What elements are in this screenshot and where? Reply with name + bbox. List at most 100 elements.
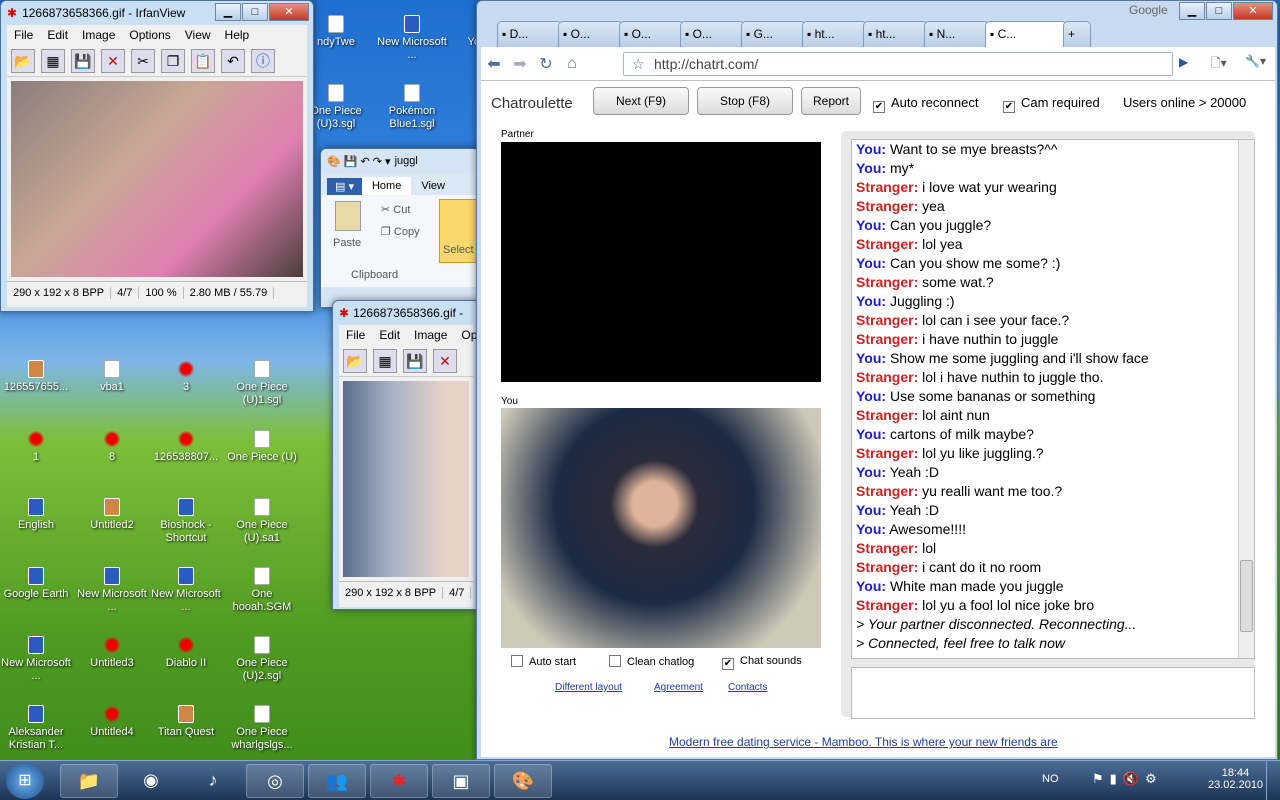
menu-item[interactable]: Edit — [40, 28, 75, 42]
auto-start-checkbox[interactable]: Auto start — [511, 655, 576, 668]
language-indicator[interactable]: NO — [1042, 773, 1059, 785]
select-button[interactable]: Select — [439, 199, 479, 263]
paint-taskbar-icon[interactable]: 🎨 — [494, 764, 552, 798]
minimize-button[interactable]: ▁ — [1179, 2, 1205, 20]
browser-tab[interactable]: ▪ O... — [680, 21, 745, 47]
home-icon[interactable]: ⌂ — [559, 55, 585, 73]
go-icon[interactable]: ▶ — [1179, 55, 1188, 69]
desktop-icon[interactable]: 126557655... — [0, 360, 72, 394]
desktop-icon[interactable]: One Piece wharlgslgs... — [226, 705, 298, 752]
clock[interactable]: 18:44 23.02.2010 — [1208, 767, 1263, 791]
tray-icons[interactable]: ⚑▮🔇⚙ — [1092, 771, 1163, 787]
menu-item[interactable]: Image — [407, 328, 454, 342]
delete-icon[interactable]: ✕ — [101, 48, 125, 73]
desktop-icon[interactable]: 8 — [76, 430, 148, 464]
desktop-icon[interactable]: One hooah.SGM — [226, 567, 298, 614]
chat-scrollbar[interactable] — [1238, 140, 1254, 658]
copy-icon[interactable]: ❐ — [161, 48, 185, 73]
copy-button[interactable]: ❐ Copy — [381, 225, 420, 238]
wrench-icon[interactable]: 🔧▾ — [1245, 54, 1266, 68]
desktop-icon[interactable]: 1 — [0, 430, 72, 464]
menu-item[interactable]: View — [178, 28, 218, 42]
browser-tab[interactable]: ▪ ht... — [863, 21, 928, 47]
desktop-icon[interactable]: 126538807... — [150, 430, 222, 464]
desktop-icon[interactable]: Pokémon Blue1.sgl — [376, 84, 448, 131]
paint-menu-button[interactable]: ▤ ▾ — [327, 178, 362, 195]
show-desktop-button[interactable] — [1266, 761, 1280, 800]
menu-item[interactable]: Image — [75, 28, 122, 42]
maximize-button[interactable]: □ — [242, 3, 268, 21]
paste-icon[interactable] — [335, 201, 361, 231]
next-button[interactable]: Next (F9) — [593, 87, 689, 115]
undo-icon[interactable]: ↶ — [221, 48, 245, 73]
paint-window[interactable]: 🎨 💾 ↶ ↷ ▾ juggl ▤ ▾ Home View Paste ✂ Cut… — [320, 148, 480, 308]
stop-button[interactable]: Stop (F8) — [697, 87, 793, 115]
tab-view[interactable]: View — [411, 177, 455, 195]
reload-icon[interactable]: ↻ — [533, 54, 559, 74]
forward-button[interactable]: ➡ — [507, 54, 533, 74]
desktop-icon[interactable]: New Microsoft ... — [376, 15, 448, 62]
desktop-icon[interactable]: One Piece (U)1.sgl — [226, 360, 298, 407]
browser-tab[interactable]: ▪ N... — [924, 21, 989, 47]
close-button[interactable]: ✕ — [269, 3, 309, 21]
desktop-icon[interactable]: Google Earth — [0, 567, 72, 601]
info-icon[interactable]: ⓘ — [251, 48, 275, 73]
desktop-icon[interactable]: Untitled3 — [76, 636, 148, 670]
back-button[interactable]: ⬅ — [481, 54, 507, 74]
irfanview-window[interactable]: ✱ 1266873658366.gif - IrfanView ▁ □ ✕ File E… — [0, 0, 314, 312]
star-icon[interactable]: ☆ — [632, 53, 645, 75]
desktop-icon[interactable]: Aleksander Kristian T... — [0, 705, 72, 752]
scrollbar-thumb[interactable] — [1240, 560, 1253, 632]
desktop-icon[interactable]: One Piece (U).sa1 — [226, 498, 298, 545]
save-icon[interactable]: 💾 — [403, 348, 427, 373]
agreement-link[interactable]: Agreement — [654, 682, 703, 693]
browser-tab[interactable]: ▪ C... — [985, 21, 1067, 47]
cut-icon[interactable]: ✂ — [131, 48, 155, 73]
chat-sounds-checkbox[interactable]: ✔ Chat sounds — [722, 655, 802, 670]
messenger-taskbar-icon[interactable]: 👥 — [308, 764, 366, 798]
paste-icon[interactable]: 📋 — [191, 48, 215, 73]
irfanview-taskbar-icon[interactable]: ✱ — [370, 764, 428, 798]
delete-icon[interactable]: ✕ — [433, 348, 457, 373]
menu-item[interactable]: Edit — [372, 328, 407, 342]
generic-taskbar-icon[interactable]: ▣ — [432, 764, 490, 798]
irfanview-window-2[interactable]: ✱ 1266873658366.gif - File Edit Image Op 📂 ▦ 💾… — [332, 300, 480, 610]
desktop-icon[interactable]: Titan Quest — [150, 705, 222, 739]
browser-tab[interactable]: ▪ ht... — [802, 21, 867, 47]
tab-home[interactable]: Home — [361, 177, 412, 195]
browser-tab[interactable]: ▪ G... — [741, 21, 806, 47]
maximize-button[interactable]: □ — [1206, 2, 1232, 20]
spotify-taskbar-icon[interactable]: ◉ — [122, 764, 180, 798]
browser-tab[interactable]: ▪ O... — [619, 21, 684, 47]
start-button[interactable]: ⊞ — [6, 763, 44, 799]
cut-button[interactable]: ✂ Cut — [381, 203, 410, 216]
desktop-icon[interactable]: 3 — [150, 360, 222, 394]
menu-item[interactable]: Options — [122, 28, 177, 42]
clean-chatlog-checkbox[interactable]: Clean chatlog — [609, 655, 694, 668]
menu-item[interactable]: File — [7, 28, 40, 42]
browser-tab[interactable]: ▪ O... — [558, 21, 623, 47]
slideshow-icon[interactable]: ▦ — [41, 48, 65, 73]
desktop-icon[interactable]: Bioshock - Shortcut — [150, 498, 222, 545]
open-folder-icon[interactable]: 📂 — [343, 348, 367, 373]
desktop-icon[interactable]: vba1 — [76, 360, 148, 394]
media-taskbar-icon[interactable]: ♪ — [184, 764, 242, 798]
slideshow-icon[interactable]: ▦ — [373, 348, 397, 373]
desktop-icon[interactable]: English — [0, 498, 72, 532]
auto-reconnect-checkbox[interactable]: ✔ Auto reconnect — [873, 95, 978, 113]
dating-ad-link[interactable]: Modern free dating service - Mamboo. Thi… — [669, 735, 1058, 749]
close-button[interactable]: ✕ — [1233, 2, 1273, 20]
desktop-icon[interactable]: New Microsoft ... — [150, 567, 222, 614]
paste-button[interactable]: Paste — [333, 237, 361, 249]
desktop-icon[interactable]: One Piece (U)2.sgl — [226, 636, 298, 683]
url-input[interactable]: ☆ http://chatrt.com/ — [623, 52, 1173, 76]
report-button[interactable]: Report — [801, 87, 861, 115]
page-menu-icon[interactable]: 🗋▾ — [1211, 54, 1227, 75]
chrome-taskbar-icon[interactable]: ◎ — [246, 764, 304, 798]
open-folder-icon[interactable]: 📂 — [11, 48, 35, 73]
menu-item[interactable]: File — [339, 328, 372, 342]
save-icon[interactable]: 💾 — [71, 48, 95, 73]
contacts-link[interactable]: Contacts — [728, 682, 767, 693]
desktop-icon[interactable]: Diablo II — [150, 636, 222, 670]
minimize-button[interactable]: ▁ — [215, 3, 241, 21]
